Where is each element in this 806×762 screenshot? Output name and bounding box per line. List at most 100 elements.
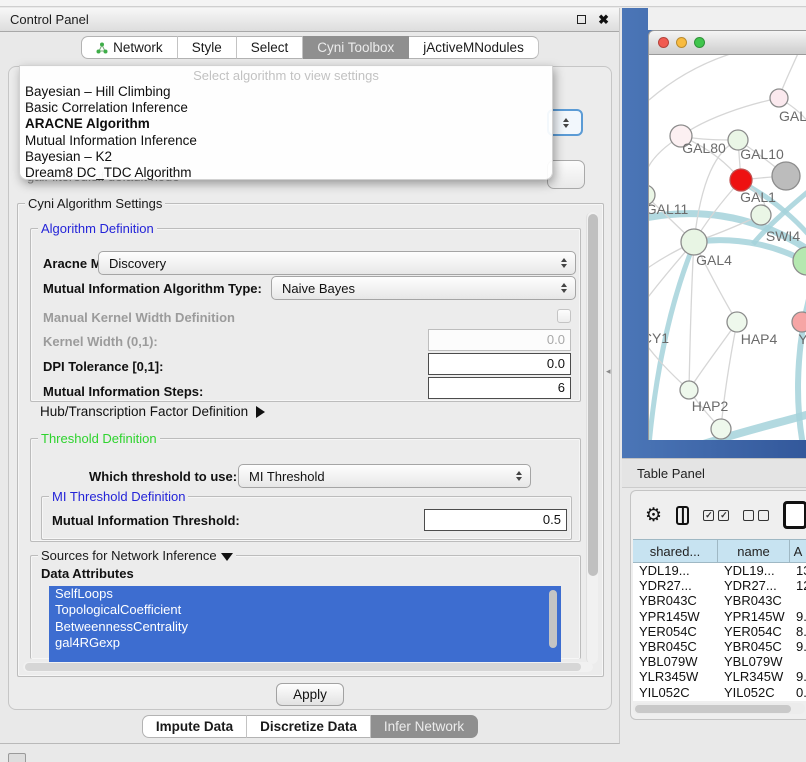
table-toolbar: ⚙ ✓ ✓ — [631, 497, 806, 533]
control-panel-window: Control Panel ✖ NetworkStyleSelectCyni T… — [0, 8, 620, 744]
deselect-all-icon[interactable] — [743, 510, 769, 521]
mi-threshold-group-title: MI Threshold Definition — [49, 489, 188, 504]
network-edge[interactable] — [691, 412, 806, 440]
settings-scrollbar-thumb[interactable] — [588, 214, 598, 576]
desktop-top-strip — [0, 0, 806, 7]
network-node-gal[interactable] — [770, 89, 788, 107]
network-edge[interactable] — [689, 322, 737, 390]
aracne-mode-select[interactable]: Discovery — [98, 251, 576, 275]
table-cell: 0. — [790, 685, 806, 700]
algorithm-option[interactable]: ARACNE Algorithm — [20, 116, 552, 132]
kernel-width-label: Kernel Width (0,1): — [43, 334, 158, 349]
table-row[interactable]: YIL052CYIL052C0. — [633, 685, 806, 700]
splitter-handle[interactable]: ◂ — [606, 366, 611, 377]
table-panel-titlebar: Table Panel — [622, 458, 806, 488]
which-threshold-select[interactable]: MI Threshold — [238, 464, 531, 488]
table-row[interactable]: YDR27...YDR27...12 — [633, 578, 806, 593]
mi-type-select[interactable]: Naive Bayes — [271, 276, 576, 300]
close-window-icon[interactable] — [658, 37, 669, 48]
gear-icon[interactable]: ⚙ — [645, 506, 662, 525]
zoom-window-icon[interactable] — [694, 37, 705, 48]
network-canvas[interactable]: GALGAL80GAL10GAL1GAL11SWI4GAL4GCY1HAP4YH… — [648, 55, 806, 440]
tab-impute-data[interactable]: Impute Data — [142, 715, 247, 738]
attribute-item[interactable]: BetweennessCentrality — [49, 619, 561, 635]
algorithm-option[interactable]: Bayesian – K2 — [20, 149, 552, 165]
network-node-hap2[interactable] — [680, 381, 698, 399]
aracne-mode-value: Discovery — [109, 256, 557, 271]
algorithm-option[interactable]: Mutual Information Inference — [20, 133, 552, 149]
dpi-tolerance-field[interactable]: 0.0 — [428, 353, 571, 375]
mi-threshold-field[interactable]: 0.5 — [424, 509, 567, 531]
network-graph: GALGAL80GAL10GAL1GAL11SWI4GAL4GCY1HAP4YH… — [649, 55, 806, 440]
network-node-gal1[interactable] — [730, 169, 752, 191]
close-icon[interactable]: ✖ — [598, 15, 609, 24]
attribute-item[interactable]: gal4RGexp — [49, 635, 561, 651]
unchecked-box-icon — [758, 510, 769, 521]
table-cell: YBL079W — [718, 654, 790, 669]
table-cell — [790, 654, 806, 669]
collapse-down-icon[interactable] — [221, 553, 233, 561]
column-header[interactable]: shared... — [633, 540, 718, 562]
attribute-item[interactable]: TopologicalCoefficient — [49, 602, 561, 618]
tab-style[interactable]: Style — [178, 36, 237, 59]
mi-steps-field[interactable]: 6 — [428, 377, 571, 399]
table-horizontal-scrollbar[interactable] — [633, 703, 805, 714]
network-node[interactable] — [793, 247, 806, 275]
node-label: Y — [798, 331, 806, 347]
table-row[interactable]: YBL079WYBL079W — [633, 654, 806, 669]
tab-discretize-data[interactable]: Discretize Data — [247, 715, 371, 738]
tab-jactivemnodules[interactable]: jActiveMNodules — [409, 36, 539, 59]
settings-scrollbar[interactable] — [586, 212, 598, 664]
network-window-titlebar[interactable] — [648, 30, 806, 55]
algorithm-dropdown-placeholder: Select algorithm to view settings — [20, 67, 552, 84]
mi-threshold-label: Mutual Information Threshold: — [52, 513, 240, 528]
table-body: YDL19...YDL19...13YDR27...YDR27...12YBR0… — [633, 563, 806, 700]
table-row[interactable]: YER054CYER054C8. — [633, 624, 806, 639]
function-builder-icon[interactable] — [783, 501, 806, 529]
float-window-icon[interactable] — [577, 15, 586, 24]
tab-network[interactable]: Network — [81, 36, 178, 59]
select-all-icon[interactable]: ✓ ✓ — [703, 510, 729, 521]
table-cell: YPR145W — [718, 609, 790, 624]
tab-label: Cyni Toolbox — [317, 40, 394, 55]
table-horizontal-scrollbar-thumb[interactable] — [635, 705, 791, 713]
table-row[interactable]: YLR345WYLR345W9. — [633, 669, 806, 684]
minimize-window-icon[interactable] — [676, 37, 687, 48]
table-cell: YBR043C — [633, 593, 718, 608]
table-cell: YBR043C — [718, 593, 790, 608]
settings-horizontal-scrollbar[interactable] — [23, 662, 593, 672]
table-row[interactable]: YBR045CYBR045C9. — [633, 639, 806, 654]
apply-button[interactable]: Apply — [276, 683, 344, 706]
tab-cyni-toolbox[interactable]: Cyni Toolbox — [303, 36, 409, 59]
manual-kernel-checkbox[interactable] — [557, 309, 571, 323]
attribute-item[interactable]: SelfLoops — [49, 586, 561, 602]
network-node-y[interactable] — [792, 312, 806, 332]
attributes-scrollbar-thumb[interactable] — [549, 590, 557, 648]
table-cell: YDL19... — [633, 563, 718, 578]
columns-icon[interactable] — [676, 506, 689, 525]
network-node-hap4[interactable] — [727, 312, 747, 332]
network-edge[interactable] — [681, 98, 779, 136]
table-row[interactable]: YBR043CYBR043C — [633, 593, 806, 608]
network-node[interactable] — [711, 419, 731, 439]
stepper-icon — [559, 118, 573, 128]
table-cell: YLR345W — [718, 669, 790, 684]
algorithm-option[interactable]: Bayesian – Hill Climbing — [20, 84, 552, 100]
tab-select[interactable]: Select — [237, 36, 304, 59]
network-node[interactable] — [772, 162, 800, 190]
kernel-width-field[interactable]: 0.0 — [428, 329, 571, 351]
hub-definition-toggle[interactable]: Hub/Transcription Factor Definition — [40, 404, 265, 419]
tab-infer-network[interactable]: Infer Network — [371, 715, 478, 738]
settings-horizontal-scrollbar-thumb[interactable] — [25, 663, 581, 671]
data-attributes-list[interactable]: SelfLoopsTopologicalCoefficientBetweenne… — [49, 586, 561, 668]
column-header[interactable]: A — [790, 540, 806, 562]
table-row[interactable]: YPR145WYPR145W9. — [633, 609, 806, 624]
threshold-definition-group: Threshold Definition Which threshold to … — [30, 438, 581, 542]
algorithm-option[interactable]: Dream8 DC_TDC Algorithm — [20, 165, 552, 181]
network-node-swi4[interactable] — [751, 205, 771, 225]
column-header[interactable]: name — [718, 540, 790, 562]
minimized-panel-icon[interactable] — [8, 753, 26, 762]
algorithm-option[interactable]: Basic Correlation Inference — [20, 100, 552, 116]
network-edge[interactable] — [689, 242, 694, 390]
table-row[interactable]: YDL19...YDL19...13 — [633, 563, 806, 578]
